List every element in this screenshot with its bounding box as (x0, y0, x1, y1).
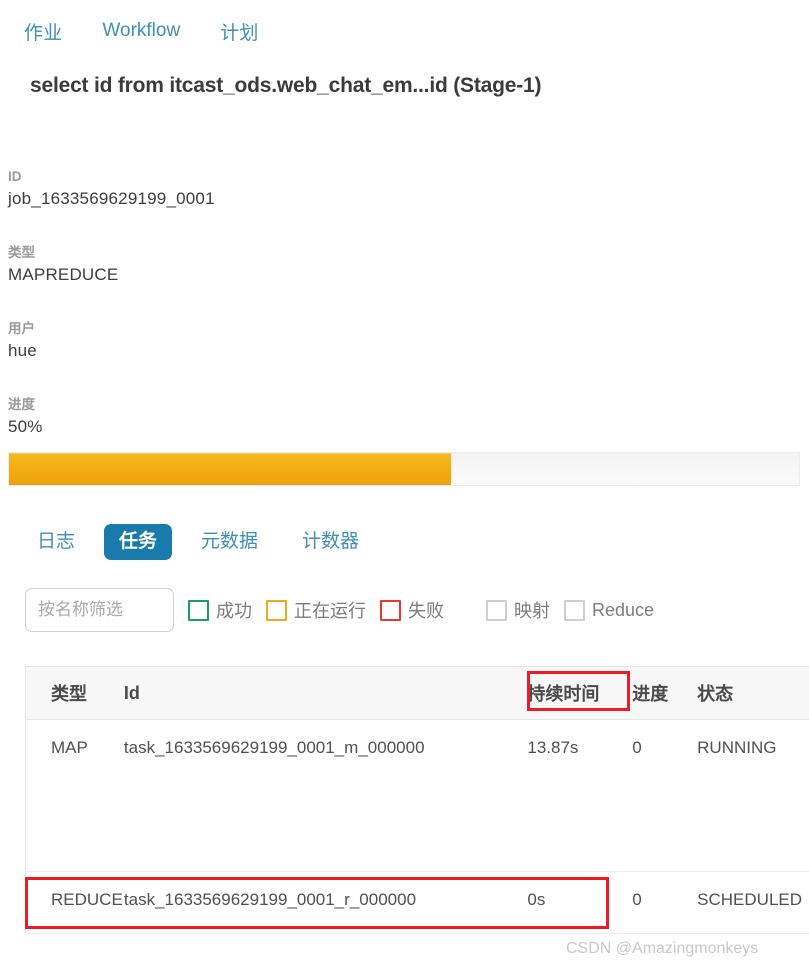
progress-bar (8, 452, 800, 486)
tab-metadata[interactable]: 元数据 (186, 524, 273, 560)
cell-duration: 0s (527, 890, 546, 909)
job-id-label: ID (8, 169, 22, 184)
table-row[interactable]: MAP task_1633569629199_0001_m_000000 13.… (26, 720, 809, 872)
cell-id: task_1633569629199_0001_m_000000 (123, 738, 425, 757)
page-title: select id from itcast_ods.web_chat_em...… (30, 74, 542, 97)
job-type-value: MAPREDUCE (8, 265, 119, 284)
cell-id: task_1633569629199_0001_r_000000 (123, 890, 417, 909)
tab-tasks[interactable]: 任务 (104, 524, 173, 560)
progress-bar-fill (9, 453, 452, 485)
filter-label-reduce: Reduce (592, 599, 655, 620)
job-user-label: 用户 (8, 321, 35, 336)
cell-type: MAP (51, 738, 88, 757)
task-name-filter-input[interactable] (25, 588, 174, 632)
job-progress-label: 进度 (8, 397, 35, 412)
nav-item-schedule[interactable]: 计划 (220, 18, 258, 45)
cell-status: RUNNING (697, 738, 777, 757)
checkbox-icon-reduce[interactable] (564, 599, 585, 621)
cell-type: REDUCE (51, 890, 123, 909)
job-progress-value: 50% (8, 417, 43, 436)
filter-label-map: 映射 (514, 601, 550, 621)
filter-checkbox-succeeded[interactable]: 成功 (188, 597, 252, 623)
filter-checkbox-map[interactable]: 映射 (486, 597, 550, 623)
checkbox-icon-running[interactable] (266, 599, 287, 621)
cell-duration: 13.87s (527, 738, 579, 757)
table-header-row: 类型 Id 持续时间 进度 状态 (26, 666, 809, 720)
filter-checkbox-running[interactable]: 正在运行 (266, 597, 366, 623)
detail-tabs: 日志 任务 元数据 计数器 (22, 518, 388, 566)
checkbox-icon-failed[interactable] (380, 599, 401, 621)
checkbox-icon-succeeded[interactable] (188, 599, 209, 621)
filter-checkbox-reduce[interactable]: Reduce (564, 599, 655, 621)
nav-item-jobs[interactable]: 作业 (24, 18, 62, 45)
task-filter-row: 成功 正在运行 失败 映射 Reduce (25, 587, 654, 633)
filter-checkbox-failed[interactable]: 失败 (380, 597, 444, 623)
column-header-duration[interactable]: 持续时间 (527, 680, 632, 706)
filter-label-running: 正在运行 (294, 601, 366, 621)
cell-status: SCHEDULED (697, 890, 803, 909)
cell-progress: 0 (632, 738, 642, 757)
column-header-id[interactable]: Id (124, 683, 527, 704)
job-progress-field: 进度 50% (8, 396, 508, 440)
job-user-field: 用户 hue (8, 320, 508, 364)
table-row[interactable]: REDUCE task_1633569629199_0001_r_000000 … (26, 872, 809, 934)
job-type-label: 类型 (8, 245, 35, 260)
filter-label-failed: 失败 (408, 601, 444, 621)
nav-item-workflow[interactable]: Workflow (102, 20, 180, 42)
column-header-status[interactable]: 状态 (697, 680, 809, 706)
top-navigation: 作业 Workflow 计划 (0, 14, 809, 48)
tab-logs[interactable]: 日志 (22, 524, 90, 560)
watermark: CSDN @Amazingmonkeys (566, 940, 759, 957)
job-user-value: hue (8, 341, 37, 360)
job-id-field: ID job_1633569629199_0001 (8, 168, 508, 212)
job-type-field: 类型 MAPREDUCE (8, 244, 508, 288)
column-header-progress[interactable]: 进度 (632, 680, 697, 706)
job-id-value: job_1633569629199_0001 (8, 189, 215, 208)
task-table: 类型 Id 持续时间 进度 状态 MAP task_1633569629199_… (25, 666, 809, 934)
tab-counters[interactable]: 计数器 (287, 524, 374, 560)
cell-progress: 0 (632, 890, 642, 909)
checkbox-icon-map[interactable] (486, 599, 507, 621)
column-header-type[interactable]: 类型 (26, 680, 124, 706)
filter-label-succeeded: 成功 (216, 601, 252, 621)
